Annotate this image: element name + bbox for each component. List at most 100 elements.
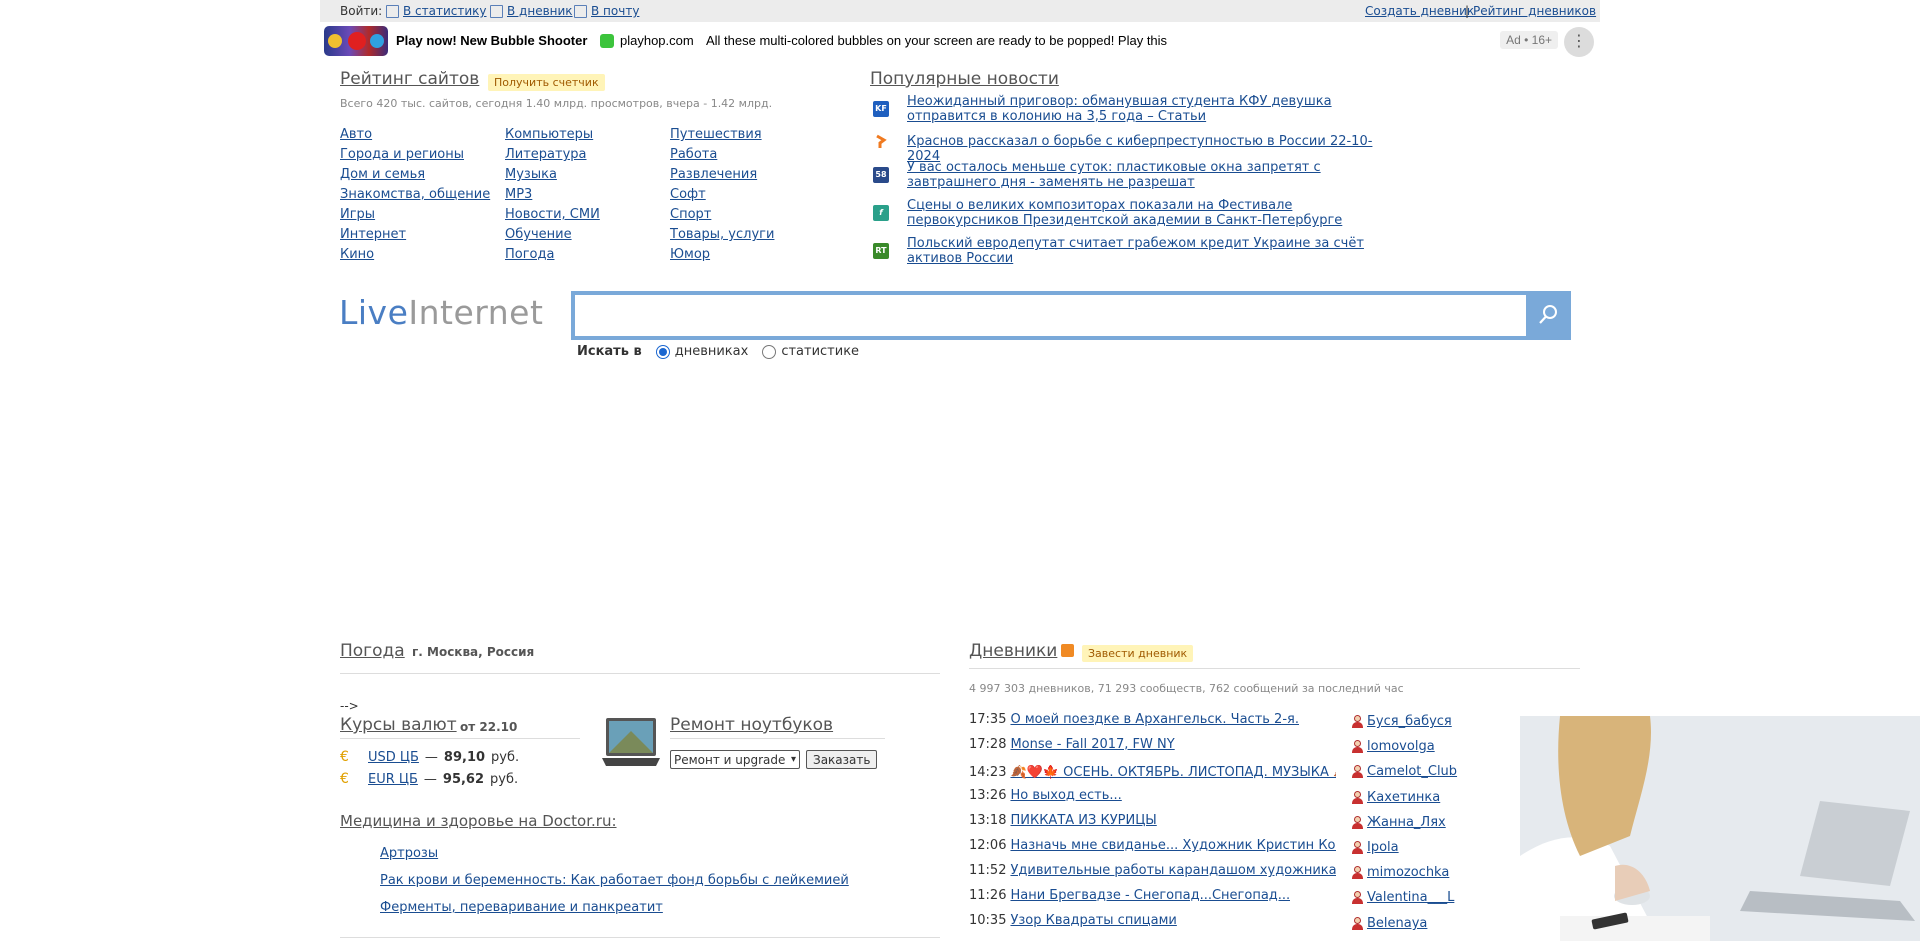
post-title[interactable]: Но выход есть... [1010,788,1121,803]
category-link[interactable]: Игры [340,207,375,222]
mail-login-text[interactable]: В почту [591,4,639,18]
user-link[interactable]: Кахетинка [1367,790,1440,805]
stats-login-text[interactable]: В статистику [403,4,487,18]
category-link[interactable]: Авто [340,127,372,142]
category-link[interactable]: Города и регионы [340,147,464,162]
active-user[interactable]: Ipola [1352,840,1399,855]
diary-post[interactable]: 17:35 О моей поездке в Архангельск. Часть… [969,712,1299,727]
user-link[interactable]: Жанна_Лях [1367,815,1446,830]
category-link[interactable]: Интернет [340,227,406,242]
category-link[interactable]: Юмор [670,247,710,262]
weather-title[interactable]: Погода [340,641,405,661]
create-diary-button[interactable]: Завести дневник [1082,645,1194,662]
user-link[interactable]: Valentina___L [1367,890,1454,905]
category-link[interactable]: Знакомства, общение [340,187,490,202]
radio-diaries[interactable] [655,344,670,359]
post-title[interactable]: Monse - Fall 2017, FW NY [1010,737,1174,752]
stats-login-link[interactable]: В статистику [386,4,487,18]
user-link[interactable]: Belenaya [1367,916,1427,931]
currency-title[interactable]: Курсы валют [340,715,457,735]
diary-post[interactable]: 13:18 ПИККАТА ИЗ КУРИЦЫ [969,813,1157,828]
rating-title[interactable]: Рейтинг сайтов [340,69,479,89]
category-link[interactable]: Компьютеры [505,127,593,142]
active-user[interactable]: Camelot_Club [1352,764,1457,779]
ad-banner[interactable]: Play now! New Bubble Shooter playhop.com… [320,23,1600,59]
ad-menu-icon[interactable]: ⋮ [1564,27,1594,57]
laptop-icon[interactable] [600,716,662,770]
diary-post[interactable]: 17:28 Monse - Fall 2017, FW NY [969,737,1175,752]
news-link[interactable]: Неожиданный приговор: обманувшая студент… [907,94,1377,124]
active-user[interactable]: lomovolga [1352,739,1435,754]
category-link[interactable]: Развлечения [670,167,757,182]
ad-domain[interactable]: playhop.com [600,33,694,48]
medicine-link[interactable]: Артрозы [380,846,438,861]
post-title[interactable]: ПИККАТА ИЗ КУРИЦЫ [1010,813,1156,828]
category-link[interactable]: Спорт [670,207,711,222]
active-user[interactable]: mimozochka [1352,865,1449,880]
user-link[interactable]: Camelot_Club [1367,764,1457,779]
active-user[interactable]: Жанна_Лях [1352,815,1446,830]
user-link[interactable]: Буся_бабуся [1367,714,1452,729]
repair-title[interactable]: Ремонт ноутбуков [670,715,833,735]
diary-post[interactable]: 12:06 Назначь мне свиданье... Художник Кр… [969,838,1336,853]
repair-select[interactable]: Ремонт и upgrade ▾ [670,750,800,769]
diaries-title[interactable]: Дневники [969,641,1057,661]
category-link[interactable]: Музыка [505,167,557,182]
diary-post[interactable]: 10:35 Узор Квадраты спицами [969,913,1177,928]
active-user[interactable]: Буся_бабуся [1352,714,1452,729]
post-title[interactable]: 🍂❤️🍁 ОСЕНЬ. ОКТЯБРЬ. ЛИСТОПАД. МУЗЫКА 🍂❤… [1010,765,1336,780]
news-title[interactable]: Популярные новости [870,69,1059,89]
ad-title[interactable]: Play now! New Bubble Shooter [396,33,587,48]
medicine-link[interactable]: Ферменты, переваривание и панкреатит [380,900,663,915]
medicine-link[interactable]: Рак крови и беременность: Как работает ф… [380,873,849,888]
news-link[interactable]: Польский евродепутат считает грабежом кр… [907,236,1377,266]
diary-post[interactable]: 13:26 Но выход есть... [969,788,1122,803]
diary-post[interactable]: 11:52 Удивительные работы карандашом худо… [969,863,1336,878]
medicine-title[interactable]: Медицина и здоровье на Doctor.ru: [340,812,617,830]
category-link[interactable]: Новости, СМИ [505,207,600,222]
user-link[interactable]: lomovolga [1367,739,1435,754]
post-title[interactable]: Назначь мне свиданье... Художник Кристин… [1010,838,1336,853]
search-input[interactable] [575,295,1527,336]
category-link[interactable]: MP3 [505,187,532,202]
diary-rating-link[interactable]: Рейтинг дневников [1473,4,1596,18]
category-link[interactable]: Софт [670,187,706,202]
post-title[interactable]: Удивительные работы карандашом художника… [1010,863,1336,878]
eur-link[interactable]: EUR ЦБ [368,772,418,787]
user-link[interactable]: Ipola [1367,840,1399,855]
post-title[interactable]: Нани Брегвадзе - Снегопад...Снегопад... [1010,888,1290,903]
category-link[interactable]: Обучение [505,227,572,242]
radio-diaries-label[interactable]: дневниках [675,344,749,359]
post-title[interactable]: Узор Квадраты спицами [1010,913,1176,928]
category-link[interactable]: Кино [340,247,374,262]
category-link[interactable]: Товары, услуги [670,227,774,242]
liveinternet-logo[interactable]: LiveInternet [339,293,543,332]
ad-domain-text[interactable]: playhop.com [620,33,694,48]
radio-stats-label[interactable]: статистике [781,344,859,359]
category-link[interactable]: Работа [670,147,717,162]
diary-post[interactable]: 14:23 🍂❤️🍁 ОСЕНЬ. ОКТЯБРЬ. ЛИСТОПАД. МУЗЫ… [969,765,1336,780]
order-button[interactable]: Заказать [806,750,878,769]
active-user[interactable]: Valentina___L [1352,890,1454,905]
diary-post[interactable]: 11:26 Нани Брегвадзе - Снегопад...Снегопа… [969,888,1290,903]
active-user[interactable]: Кахетинка [1352,790,1440,805]
diary-login-link[interactable]: В дневник [490,4,573,18]
news-link[interactable]: У вас осталось меньше суток: пластиковые… [907,160,1377,190]
post-title[interactable]: О моей поездке в Архангельск. Часть 2-я. [1010,712,1299,727]
mail-login-link[interactable]: В почту [574,4,639,18]
active-user[interactable]: Belenaya [1352,916,1427,931]
create-diary-link[interactable]: Создать дневник [1365,4,1474,18]
rss-icon[interactable] [1061,644,1074,657]
ad-image[interactable] [324,26,388,56]
ad-description[interactable]: All these multi-colored bubbles on your … [706,33,1167,48]
category-link[interactable]: Путешествия [670,127,762,142]
user-link[interactable]: mimozochka [1367,865,1449,880]
diary-login-text[interactable]: В дневник [507,4,573,18]
usd-link[interactable]: USD ЦБ [368,750,419,765]
category-link[interactable]: Литература [505,147,587,162]
video-ad-player[interactable] [1520,716,1920,941]
search-button[interactable] [1526,291,1571,340]
get-counter-button[interactable]: Получить счетчик [488,74,605,91]
category-link[interactable]: Погода [505,247,554,262]
radio-stats[interactable] [762,344,777,359]
